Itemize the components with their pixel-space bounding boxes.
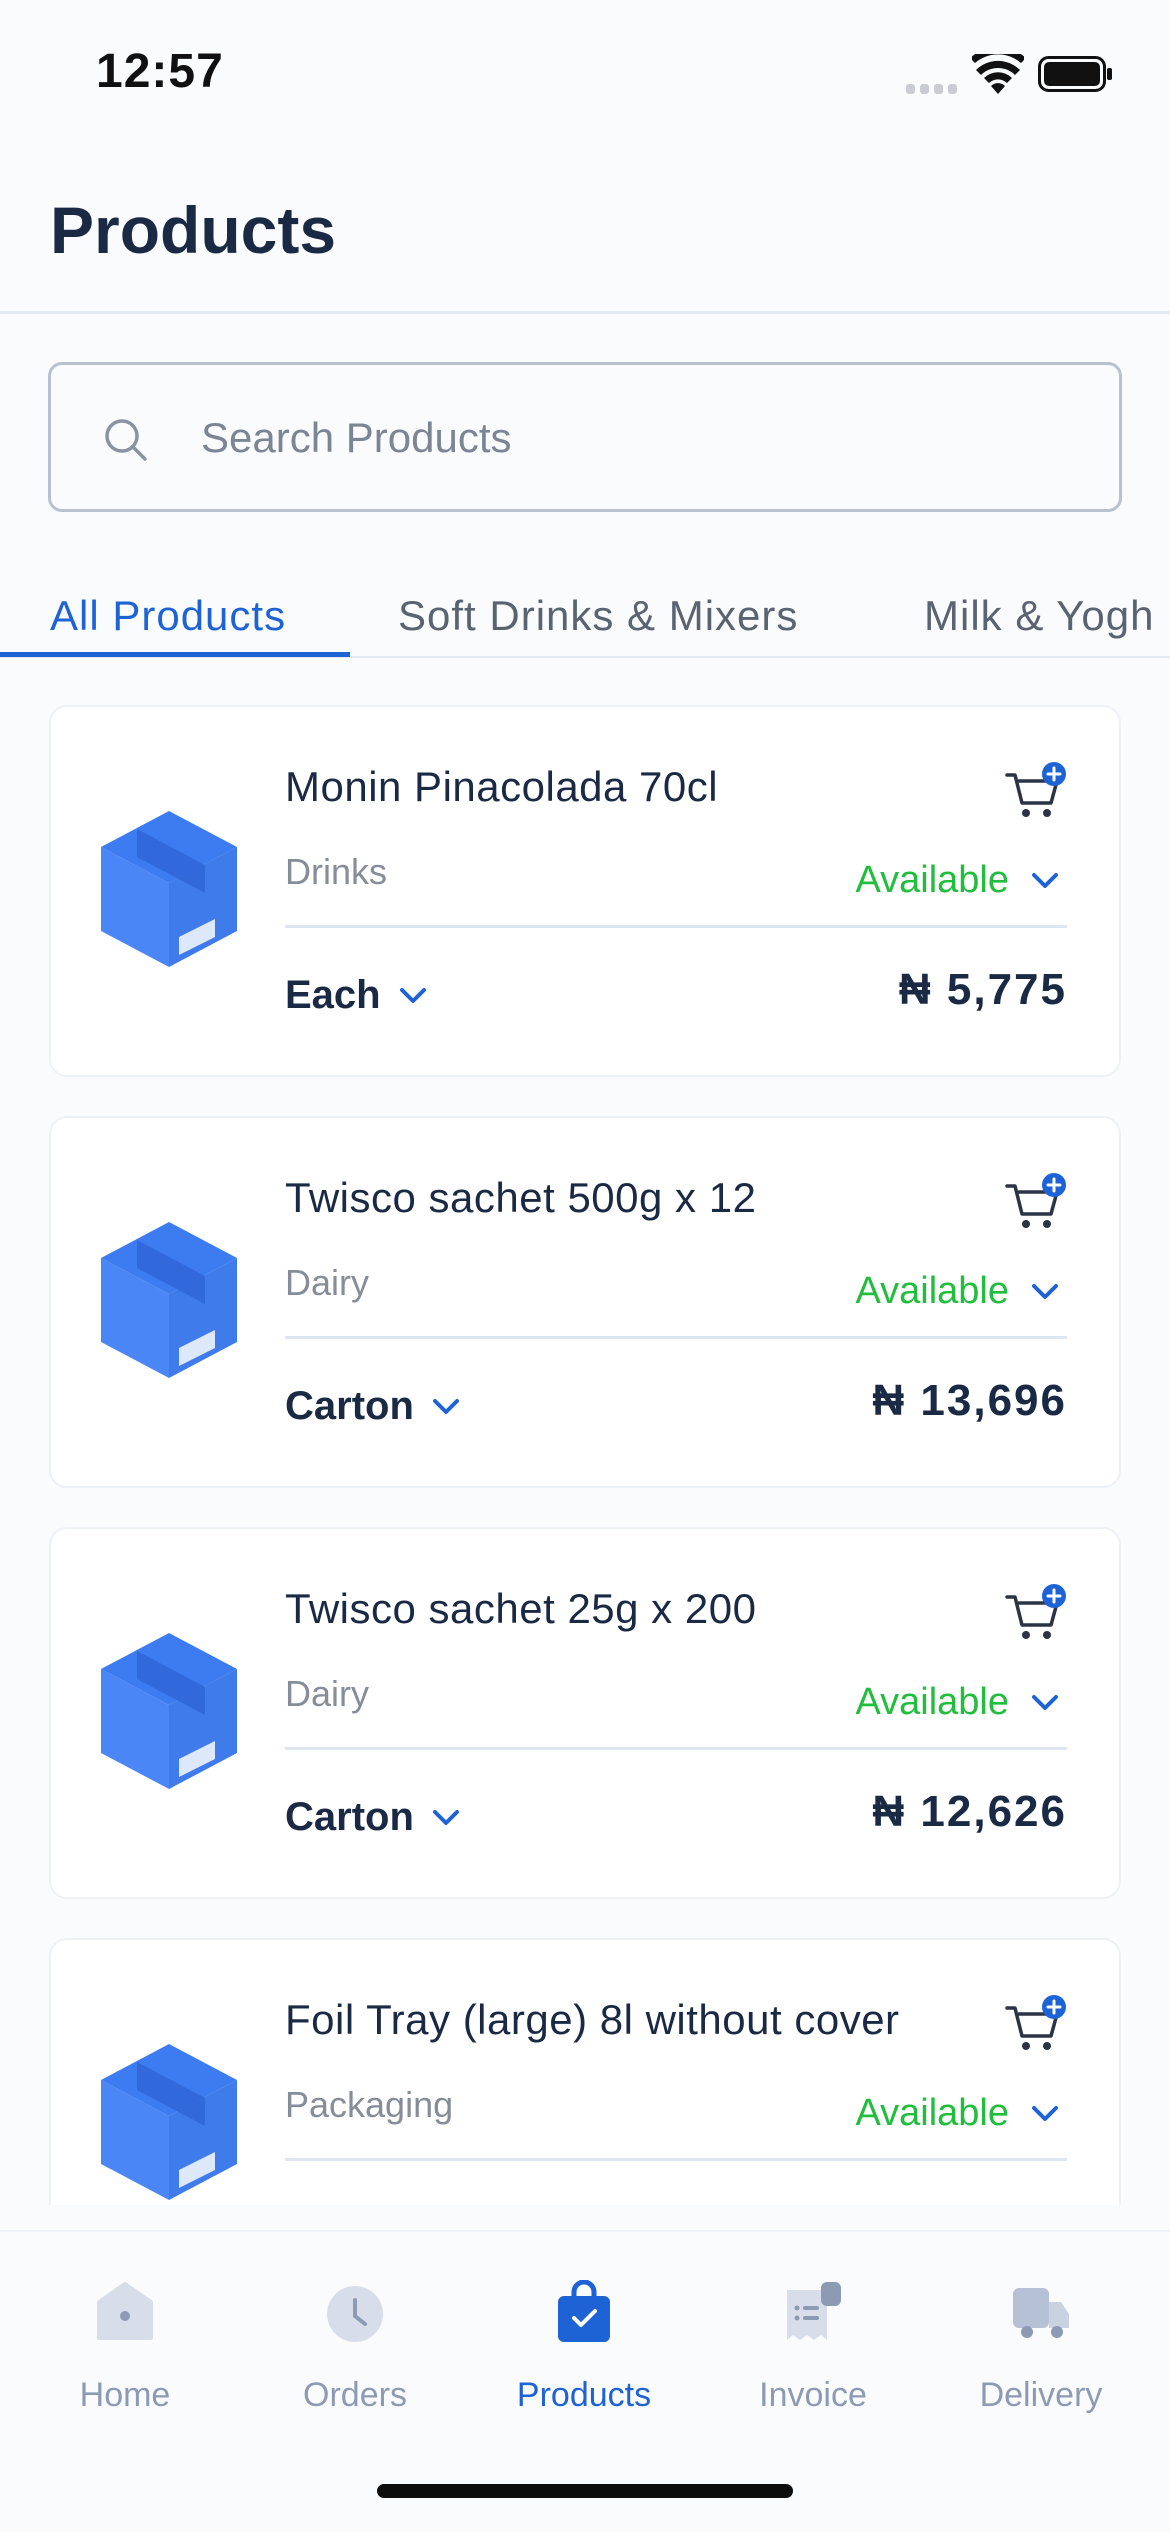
- nav-label: Products: [516, 2376, 652, 2414]
- nav-label: Delivery: [979, 2376, 1103, 2414]
- add-to-cart-icon[interactable]: [1005, 1583, 1067, 1643]
- search-icon: [105, 419, 147, 461]
- availability-dropdown[interactable]: Available: [855, 2092, 1059, 2135]
- shopping-bag-icon: [558, 2280, 610, 2342]
- tab-all-products[interactable]: All Products: [50, 592, 286, 640]
- card-divider: [285, 2158, 1067, 2161]
- product-category: Drinks: [285, 851, 388, 892]
- availability-dropdown[interactable]: Available: [855, 859, 1059, 902]
- nav-home[interactable]: Home: [10, 2232, 240, 2462]
- tab-soft-drinks-mixers[interactable]: Soft Drinks & Mixers: [398, 592, 798, 640]
- chevron-down-icon: [432, 1809, 459, 1825]
- nav-invoice[interactable]: Invoice: [698, 2232, 928, 2462]
- product-name: Twisco sachet 500g x 12: [285, 1174, 757, 1221]
- receipt-icon: [787, 2282, 841, 2340]
- availability-status: Available: [855, 2092, 1009, 2134]
- unit-label: Carton: [285, 1384, 414, 1428]
- product-name: Foil Tray (large) 8l without cover: [285, 1996, 900, 2043]
- product-price: ₦ 5,775: [898, 965, 1067, 1014]
- chevron-down-icon: [1032, 2105, 1058, 2121]
- product-card[interactable]: Twisco sachet 25g x 200 Dairy Available …: [49, 1527, 1121, 1899]
- product-category: Dairy: [285, 1262, 370, 1303]
- chevron-down-icon: [399, 987, 426, 1003]
- availability-status: Available: [855, 1681, 1009, 1723]
- header-divider: [0, 311, 1170, 314]
- chevron-down-icon: [1032, 1694, 1058, 1710]
- search-input[interactable]: [201, 405, 1081, 471]
- nav-delivery[interactable]: Delivery: [926, 2232, 1156, 2462]
- nav-label: Orders: [303, 2376, 407, 2414]
- search-box[interactable]: [48, 362, 1122, 512]
- status-bar: 12:57: [0, 0, 1170, 150]
- nav-orders[interactable]: Orders: [240, 2232, 470, 2462]
- wifi-icon: [972, 54, 1024, 94]
- home-icon: [97, 2282, 153, 2340]
- product-card[interactable]: Twisco sachet 500g x 12 Dairy Available …: [49, 1116, 1121, 1488]
- product-box-icon: [101, 811, 237, 967]
- clock-icon: [327, 2286, 383, 2342]
- home-indicator: [377, 2484, 793, 2498]
- add-to-cart-icon[interactable]: [1005, 761, 1067, 821]
- product-card[interactable]: Monin Pinacolada 70cl Drinks Available E…: [49, 705, 1121, 1077]
- product-category: Packaging: [285, 2084, 454, 2125]
- product-category: Dairy: [285, 1673, 370, 1714]
- availability-status: Available: [855, 1270, 1009, 1312]
- card-divider: [285, 1747, 1067, 1750]
- unit-selector[interactable]: Carton: [285, 1795, 460, 1840]
- unit-label: Carton: [285, 1795, 414, 1839]
- product-box-icon: [101, 2044, 237, 2200]
- tab-milk-yoghurt[interactable]: Milk & Yogh: [924, 592, 1154, 640]
- product-name: Monin Pinacolada 70cl: [285, 763, 719, 810]
- product-card[interactable]: Foil Tray (large) 8l without cover Packa…: [49, 1938, 1121, 2205]
- status-time: 12:57: [96, 45, 224, 98]
- product-price: ₦ 13,696: [872, 1376, 1067, 1425]
- card-divider: [285, 925, 1067, 928]
- chevron-down-icon: [1032, 1283, 1058, 1299]
- add-to-cart-icon[interactable]: [1005, 1994, 1067, 2054]
- product-price: ₦ 12,626: [872, 1787, 1067, 1836]
- product-box-icon: [101, 1633, 237, 1789]
- cellular-signal-icon: [906, 84, 957, 94]
- chevron-down-icon: [432, 1398, 459, 1414]
- card-divider: [285, 1336, 1067, 1339]
- add-to-cart-icon[interactable]: [1005, 1172, 1067, 1232]
- truck-icon: [1013, 2288, 1069, 2338]
- category-tabs: All Products Soft Drinks & Mixers Milk &…: [0, 580, 1170, 660]
- unit-selector[interactable]: Carton: [285, 1384, 460, 1429]
- availability-status: Available: [855, 859, 1009, 901]
- product-list[interactable]: Monin Pinacolada 70cl Drinks Available E…: [0, 660, 1170, 2205]
- product-name: Twisco sachet 25g x 200: [285, 1585, 757, 1632]
- nav-label: Invoice: [759, 2376, 867, 2414]
- active-tab-indicator: [0, 652, 350, 657]
- chevron-down-icon: [1032, 872, 1058, 888]
- availability-dropdown[interactable]: Available: [855, 1270, 1059, 1313]
- availability-dropdown[interactable]: Available: [855, 1681, 1059, 1724]
- page-title: Products: [50, 193, 337, 267]
- nav-label: Home: [79, 2376, 171, 2414]
- unit-selector[interactable]: Each: [285, 973, 427, 1018]
- product-box-icon: [101, 1222, 237, 1378]
- unit-label: Each: [285, 973, 381, 1017]
- nav-products[interactable]: Products: [469, 2232, 699, 2462]
- battery-icon: [1038, 56, 1112, 92]
